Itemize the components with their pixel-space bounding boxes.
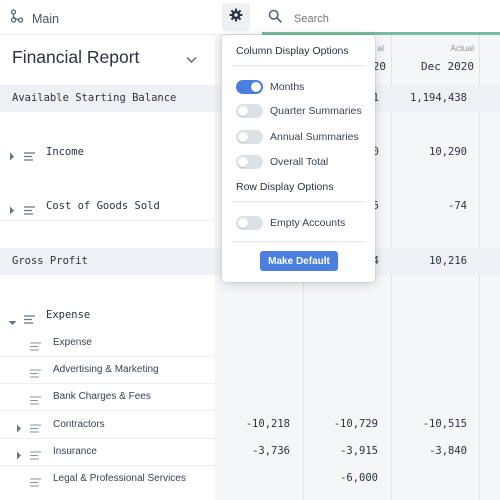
top-bar: Main (0, 0, 500, 35)
row-label: Cost of Goods Sold (46, 200, 160, 212)
search-input[interactable] (294, 12, 414, 25)
branch-icon (10, 9, 24, 28)
list-lines-icon (24, 202, 35, 220)
toggle-switch[interactable] (236, 130, 263, 144)
toggle-quarter-summaries[interactable]: Quarter Summaries (236, 104, 362, 118)
divider (232, 65, 365, 66)
toggle-label: Quarter Summaries (270, 105, 362, 117)
list-item[interactable]: Advertising & Marketing (0, 356, 500, 383)
search (268, 9, 414, 28)
row-label: Expense (46, 309, 91, 321)
row-value: -3,736 (252, 445, 290, 457)
toggle-label: Overall Total (270, 156, 329, 168)
row-value: 1,194,438 (410, 92, 467, 104)
chevron-down-icon[interactable] (186, 51, 197, 69)
row-value: -10,729 (333, 418, 378, 430)
list-lines-icon (24, 311, 35, 329)
gear-icon (229, 8, 243, 27)
page-title: Financial Report (12, 47, 140, 67)
divider (232, 201, 365, 202)
table-row[interactable]: Contractors -10,218 -10,729 -10,515 (0, 411, 500, 438)
row-value: -3,840 (429, 445, 467, 457)
breadcrumb[interactable]: Main (10, 9, 59, 28)
row-value: -6,000 (340, 472, 378, 484)
row-label: Available Starting Balance (12, 92, 177, 104)
row-options-heading: Row Display Options (236, 181, 334, 193)
row-label: Gross Profit (12, 255, 88, 267)
list-lines-icon (30, 392, 41, 410)
list-lines-icon (30, 365, 41, 383)
list-item[interactable]: Legal & Professional Services -6,000 (0, 465, 500, 492)
list-lines-icon (30, 420, 41, 438)
column-options-heading: Column Display Options (236, 45, 349, 57)
toggle-switch[interactable] (236, 216, 263, 230)
toggle-switch[interactable] (236, 104, 263, 118)
toggle-label: Annual Summaries (270, 131, 359, 143)
row-label: Bank Charges & Fees (53, 391, 151, 402)
row-label: Insurance (53, 446, 97, 457)
row-value: 10,290 (429, 146, 467, 158)
toggle-label: Empty Accounts (270, 217, 346, 229)
list-lines-icon (30, 474, 41, 492)
display-options-popover: Column Display Options Months Quarter Su… (222, 35, 375, 282)
table-row[interactable]: Insurance -3,736 -3,915 -3,840 (0, 438, 500, 465)
row-label: Advertising & Marketing (53, 364, 159, 375)
search-icon[interactable] (268, 9, 282, 28)
toggle-months[interactable]: Months (236, 80, 304, 94)
breadcrumb-label: Main (32, 11, 60, 26)
row-value: -3,915 (340, 445, 378, 457)
settings-button[interactable] (222, 3, 250, 31)
column-header-date: Dec 2020 (421, 60, 474, 73)
toggle-switch[interactable] (236, 80, 263, 94)
toggle-empty-accounts[interactable]: Empty Accounts (236, 216, 345, 230)
row-value: 10,216 (429, 255, 467, 267)
chevron-right-icon[interactable] (16, 420, 22, 438)
list-item[interactable]: Expense (0, 329, 500, 356)
divider (232, 241, 365, 242)
list-lines-icon (24, 148, 35, 166)
column-header-type: Actual (450, 43, 474, 53)
toggle-annual-summaries[interactable]: Annual Summaries (236, 130, 359, 144)
row-label: Income (46, 146, 84, 158)
chevron-right-icon[interactable] (9, 148, 15, 166)
list-lines-icon (30, 447, 41, 465)
toggle-overall-total[interactable]: Overall Total (236, 155, 328, 169)
chevron-right-icon[interactable] (16, 447, 22, 465)
toggle-switch[interactable] (236, 155, 263, 169)
table-row[interactable]: Expense (0, 302, 500, 329)
row-value: -74 (448, 200, 467, 212)
make-default-button[interactable]: Make Default (260, 251, 338, 271)
toggle-label: Months (270, 81, 305, 93)
row-label: Legal & Professional Services (53, 473, 186, 484)
chevron-right-icon[interactable] (9, 202, 15, 220)
list-item[interactable]: Bank Charges & Fees (0, 383, 500, 410)
row-value: -10,515 (422, 418, 467, 430)
row-divider (0, 220, 215, 221)
row-label: Expense (53, 337, 92, 348)
row-value: -10,218 (245, 418, 290, 430)
row-label: Contractors (53, 419, 105, 430)
list-lines-icon (30, 338, 41, 356)
